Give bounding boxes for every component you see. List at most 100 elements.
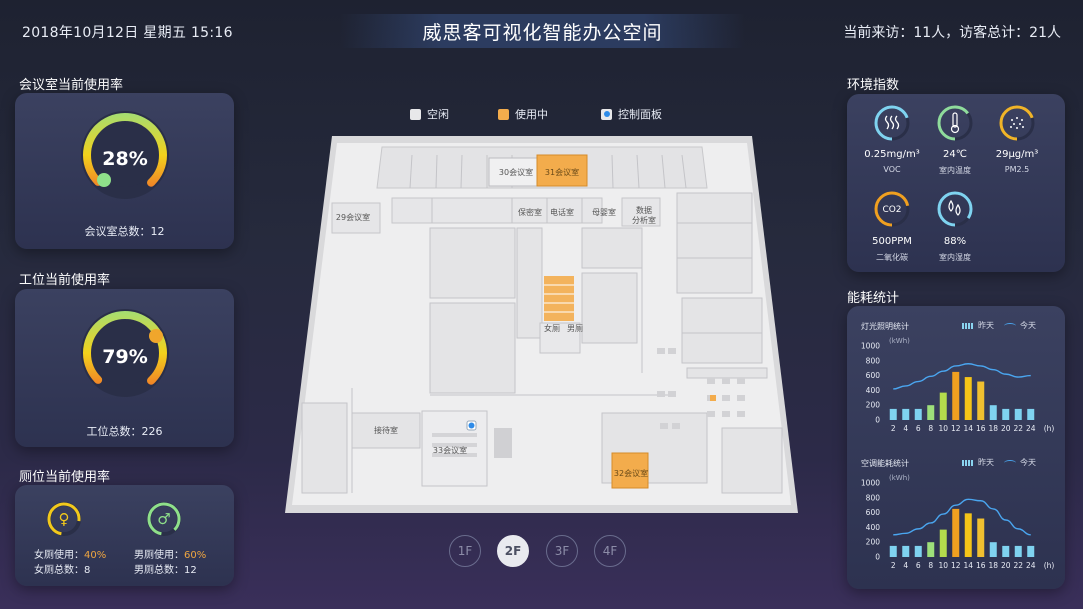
- x-tick-label: 2: [891, 561, 896, 570]
- male-icon: ♂: [157, 510, 170, 528]
- x-tick-label: 20: [1001, 561, 1011, 570]
- bar-yesterday: [914, 545, 922, 557]
- male-total-label: 男厕总数：: [134, 565, 184, 576]
- bar-yesterday: [989, 405, 997, 420]
- female-usage-value: 40%: [84, 550, 107, 561]
- x-axis-unit: (h): [1044, 424, 1055, 433]
- y-tick-label: 800: [866, 493, 881, 502]
- energy-card: 灯光照明统计 昨天 今天 (kWh) 0 200 400 600 800 1000 2 4 6 8 1…: [847, 306, 1065, 589]
- x-tick-label: 24: [1026, 561, 1036, 570]
- humidity-label: 室内湿度: [939, 253, 971, 262]
- floor-button-3f[interactable]: 3F: [546, 535, 578, 567]
- svg-text:CO2: CO2: [882, 205, 901, 215]
- floor-plan[interactable]: 30会议室 31会议室 29会议室 保密室 电话室 母婴室 数据 分析室 女厕 …: [282, 133, 802, 520]
- female-icon: ♀: [59, 510, 70, 528]
- room-nan-label: 男厕: [567, 324, 583, 333]
- floor-button-4f[interactable]: 4F: [594, 535, 626, 567]
- y-tick-label: 400: [866, 523, 881, 532]
- bar-yesterday: [964, 377, 972, 420]
- bar-yesterday: [977, 381, 985, 420]
- voc-value: 0.25mg/m³: [864, 149, 920, 160]
- energy-title: 能耗统计: [847, 291, 900, 306]
- legend-idle-label: 空闲: [427, 108, 449, 121]
- room-nv-label: 女厕: [544, 323, 560, 333]
- x-tick-label: 8: [928, 424, 933, 433]
- male-usage-value: 60%: [184, 550, 207, 561]
- male-usage: 男厕使用：60%: [134, 546, 206, 561]
- idle-swatch: [410, 108, 421, 120]
- bar-yesterday: [939, 392, 947, 420]
- y-tick-label: 200: [866, 401, 881, 410]
- bar-yesterday: [1027, 545, 1035, 557]
- x-tick-label: 4: [903, 424, 908, 433]
- bar-yesterday: [952, 508, 960, 557]
- female-usage: 女厕使用：40%: [34, 546, 106, 561]
- bar-yesterday: [1014, 545, 1022, 557]
- room-jiedai-label: 接待室: [374, 425, 398, 435]
- room-30-label: 30会议室: [499, 167, 533, 177]
- temperature-label: 室内温度: [939, 166, 971, 175]
- y-tick-label: 0: [875, 553, 880, 562]
- meeting-gauge-knob: [97, 173, 111, 187]
- x-tick-label: 12: [951, 561, 961, 570]
- y-tick-label: 800: [866, 356, 881, 365]
- stairs: [494, 428, 512, 458]
- x-axis-unit: (h): [1044, 561, 1055, 570]
- x-tick-label: 22: [1013, 424, 1023, 433]
- lighting-legend-yesterday: 昨天: [978, 321, 994, 330]
- bar-yesterday: [977, 518, 985, 557]
- x-tick-label: 16: [976, 561, 986, 570]
- ac-legend-yesterday: 昨天: [978, 458, 994, 467]
- room-shuju-label-2: 分析室: [632, 215, 656, 225]
- bar-yesterday: [1014, 408, 1022, 420]
- lighting-legend-today: 今天: [1020, 321, 1036, 330]
- meeting-percent: 28%: [102, 148, 148, 170]
- x-tick-label: 24: [1026, 424, 1036, 433]
- x-tick-label: 6: [916, 424, 921, 433]
- in-use-swatch: [498, 108, 509, 120]
- bar-yesterday: [1002, 545, 1010, 557]
- occupied-desk: [710, 395, 716, 401]
- bar-yesterday: [939, 529, 947, 557]
- x-tick-label: 22: [1013, 561, 1023, 570]
- female-total-label: 女厕总数：: [34, 565, 84, 576]
- pm25-value: 29μg/m³: [995, 149, 1039, 160]
- x-tick-label: 14: [963, 424, 973, 433]
- workstation-total: 工位总数：226: [86, 425, 163, 438]
- legend-control: 控制面板: [601, 106, 662, 122]
- floor-button-2f[interactable]: 2F: [497, 535, 529, 567]
- bar-yesterday: [989, 542, 997, 557]
- x-tick-label: 8: [928, 561, 933, 570]
- control-panel-icon: [601, 108, 612, 120]
- restroom-stalls: [544, 276, 574, 321]
- floor-button-1f[interactable]: 1F: [449, 535, 481, 567]
- line-today: [893, 363, 1031, 390]
- y-tick-label: 600: [866, 371, 881, 380]
- y-tick-label: 1000: [861, 479, 880, 488]
- workstation-gauge-knob: [149, 329, 163, 343]
- datetime: 2018年10月12日 星期五 15:16: [22, 25, 233, 41]
- humidity-drops-icon: [937, 191, 973, 227]
- bar-yesterday: [902, 408, 910, 420]
- line-today: [893, 498, 1031, 536]
- lighting-chart-legend: 昨天 今天: [962, 320, 1036, 331]
- thermometer-icon: [937, 105, 973, 141]
- female-total-value: 8: [84, 565, 91, 576]
- environment-title: 环境指数: [847, 78, 900, 93]
- legend-idle: 空闲: [410, 106, 449, 122]
- chart-unit-label: (kWh): [889, 337, 910, 345]
- x-tick-label: 10: [938, 424, 948, 433]
- page-title: 威思客可视化智能办公空间: [422, 22, 663, 44]
- male-restroom-ring: ♂: [147, 502, 181, 536]
- ac-chart: (kWh)020040060080010002 4 6 8 10 12 14 16 18 20 22…: [861, 474, 1055, 570]
- male-total-value: 12: [184, 565, 197, 576]
- temperature-value: 24℃: [943, 149, 967, 160]
- legend-in-use-label: 使用中: [515, 108, 548, 121]
- x-tick-label: 10: [938, 561, 948, 570]
- line-legend-icon: [1004, 459, 1016, 466]
- lighting-chart: (kWh)020040060080010002 4 6 8 10 12 14 16 18 20 22…: [861, 337, 1055, 433]
- room-31-label: 31会议室: [545, 167, 579, 177]
- control-panel-dot: [468, 422, 475, 429]
- ac-chart-title: 空调能耗统计: [861, 459, 909, 468]
- x-tick-label: 16: [976, 424, 986, 433]
